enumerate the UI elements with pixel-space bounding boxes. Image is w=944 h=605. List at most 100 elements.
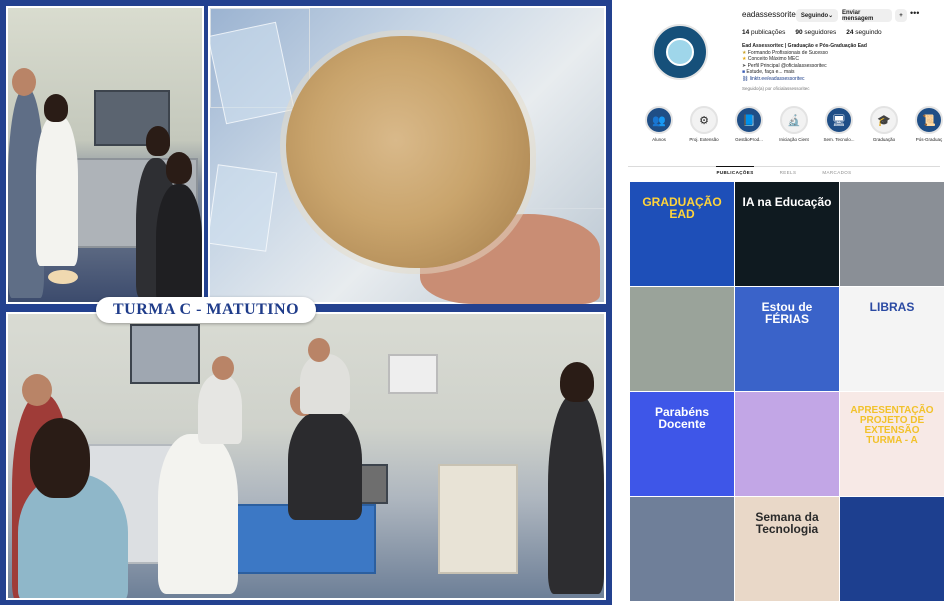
highlight-label: Sem. Tecnolo... — [823, 137, 855, 142]
photo-collage: TURMA C - MATUTINO — [0, 0, 612, 605]
post-tile[interactable] — [630, 497, 734, 601]
oven-unit — [388, 354, 438, 394]
followers-count: 90 — [795, 29, 803, 36]
send-message-button[interactable]: Enviar mensagem — [842, 9, 892, 22]
certificate-icon: 📜 — [915, 106, 943, 134]
lab-coat-figure — [158, 434, 238, 594]
student-hair — [146, 126, 170, 156]
student-hair — [30, 418, 90, 498]
users-icon: 👥 — [645, 106, 673, 134]
bio-line-text: Perfil Principal @oficialassessoritec — [747, 62, 827, 69]
student-hair — [44, 94, 68, 122]
tab-publicações[interactable]: PUBLICAÇÕES — [716, 166, 754, 175]
highlight-label: Alunos — [652, 137, 666, 142]
posts-count: 14 — [742, 29, 750, 36]
followers-label: seguidores — [804, 29, 837, 36]
student-head — [308, 338, 330, 362]
monitor-icon: 🖥 — [825, 106, 853, 134]
bio-line-text: Formando Profissionais de Sucesso — [747, 49, 828, 56]
following-button-label: Seguindo — [800, 12, 829, 19]
bio-line: ★ Formando Profissionais de Sucesso — [742, 50, 932, 57]
posts-label: publicações — [751, 29, 786, 36]
screenshot-stage: TURMA C - MATUTINO eadassessoritec Segui… — [0, 0, 944, 605]
post-caption: Parabéns Docente — [654, 405, 710, 431]
student-figure — [288, 410, 362, 520]
highlight-item[interactable]: 📜 Pós-Graduaç — [912, 106, 944, 142]
bio-line-text: Conceito Máximo MEC — [747, 56, 800, 63]
highlight-label: GestãoProd... — [735, 137, 763, 142]
profile-bio: Ead Assessoritec | Graduação e Pós-Gradu… — [742, 43, 932, 83]
bio-link[interactable]: ⛓ linktr.ee/eadassessoritec — [742, 76, 932, 83]
link-icon: ⛓ — [742, 75, 749, 82]
post-caption: Semana da Tecnologia — [755, 510, 819, 536]
highlight-label: Graduação — [872, 137, 896, 142]
more-options-icon[interactable]: ••• — [910, 8, 919, 18]
highlight-item[interactable]: ⚙ Proj. Extensão — [687, 106, 721, 142]
student-hair — [560, 362, 594, 402]
equipment-box — [438, 464, 518, 574]
pointer-icon: ➤ — [742, 62, 747, 69]
highlight-label: Iniciação Cient — [779, 137, 809, 142]
post-caption: LIBRAS — [869, 300, 915, 314]
post-tile[interactable]: APRESENTAÇÃO PROJETO DE EXTENSÃO TURMA -… — [840, 392, 944, 496]
lab-photo-top-left — [6, 6, 204, 304]
post-tile[interactable]: Estou de FÉRIAS — [735, 287, 839, 391]
post-caption: GRADUAÇÃO EAD — [642, 195, 722, 221]
student-head — [22, 374, 52, 406]
sample-disc — [48, 270, 78, 284]
lab-coat-figure — [36, 116, 78, 266]
post-caption: Estou de FÉRIAS — [761, 300, 813, 326]
post-tile[interactable]: IA na Educação — [735, 182, 839, 286]
bio-name: Ead Assessoritec | Graduação e Pós-Gradu… — [742, 43, 867, 49]
post-tile[interactable] — [840, 182, 944, 286]
post-tile[interactable] — [840, 497, 944, 601]
bio-link-text: linktr.ee/eadassessoritec — [749, 75, 805, 82]
profile-tabs: PUBLICAÇÕES REELS MARCADOS — [624, 166, 944, 175]
post-tile[interactable] — [630, 287, 734, 391]
student-figure — [198, 374, 242, 444]
lab-photo-bottom — [6, 312, 606, 600]
post-tile[interactable] — [735, 392, 839, 496]
followed-by-text[interactable]: Seguido(a) por oficialassessoritec — [742, 86, 810, 91]
tab-reels[interactable]: REELS — [780, 170, 797, 175]
profile-username: eadassessoritec — [742, 10, 800, 19]
student-head — [212, 356, 234, 380]
highlight-item[interactable]: 👥 Alunos — [642, 106, 676, 142]
student-figure — [548, 394, 604, 594]
graduation-cap-icon: 🎓 — [870, 106, 898, 134]
following-button[interactable]: Seguindo ⌄ — [796, 9, 838, 22]
add-user-icon: + — [899, 12, 903, 19]
post-caption: IA na Educação — [742, 195, 832, 209]
following-stat[interactable]: 24 seguindo — [846, 29, 881, 36]
following-label: seguindo — [855, 29, 882, 36]
bio-line: ■ Estude, faça e... mais — [742, 69, 932, 76]
avatar-logo-icon — [666, 38, 694, 66]
plastic-film — [210, 164, 278, 252]
highlight-item[interactable]: 🔬 Iniciação Cient — [777, 106, 811, 142]
highlight-item[interactable]: 🖥 Sem. Tecnolo... — [822, 106, 856, 142]
posts-stat[interactable]: 14 publicações — [742, 29, 785, 36]
post-tile[interactable]: Semana da Tecnologia — [735, 497, 839, 601]
following-count: 24 — [846, 29, 854, 36]
tab-marcados[interactable]: MARCADOS — [822, 170, 851, 175]
highlight-item[interactable]: 🎓 Graduação — [867, 106, 901, 142]
followers-stat[interactable]: 90 seguidores — [795, 29, 836, 36]
story-highlights: 👥 Alunos ⚙ Proj. Extensão 📘 GestãoProd... 🔬 Ini… — [624, 106, 944, 150]
profile-avatar[interactable] — [652, 24, 708, 80]
tabs-divider — [628, 166, 940, 167]
highlight-label: Proj. Extensão — [689, 137, 719, 142]
trophy-icon: ★ — [742, 49, 747, 56]
book-icon: 📘 — [735, 106, 763, 134]
bio-line: ➤ Perfil Principal @oficialassessoritec — [742, 63, 932, 70]
post-tile[interactable]: LIBRAS — [840, 287, 944, 391]
post-tile[interactable]: Parabéns Docente — [630, 392, 734, 496]
student-head — [12, 68, 36, 96]
posts-grid: GRADUAÇÃO EAD IA na Educação Estou de FÉRI… — [630, 182, 944, 602]
student-hair — [166, 152, 192, 184]
add-user-button[interactable]: + — [895, 9, 907, 22]
lab-machine — [130, 324, 200, 384]
highlight-item[interactable]: 📘 GestãoProd... — [732, 106, 766, 142]
profile-stats: 14 publicações 90 seguidores 24 seguindo — [742, 29, 882, 36]
post-tile[interactable]: GRADUAÇÃO EAD — [630, 182, 734, 286]
star-icon: ★ — [742, 56, 747, 63]
